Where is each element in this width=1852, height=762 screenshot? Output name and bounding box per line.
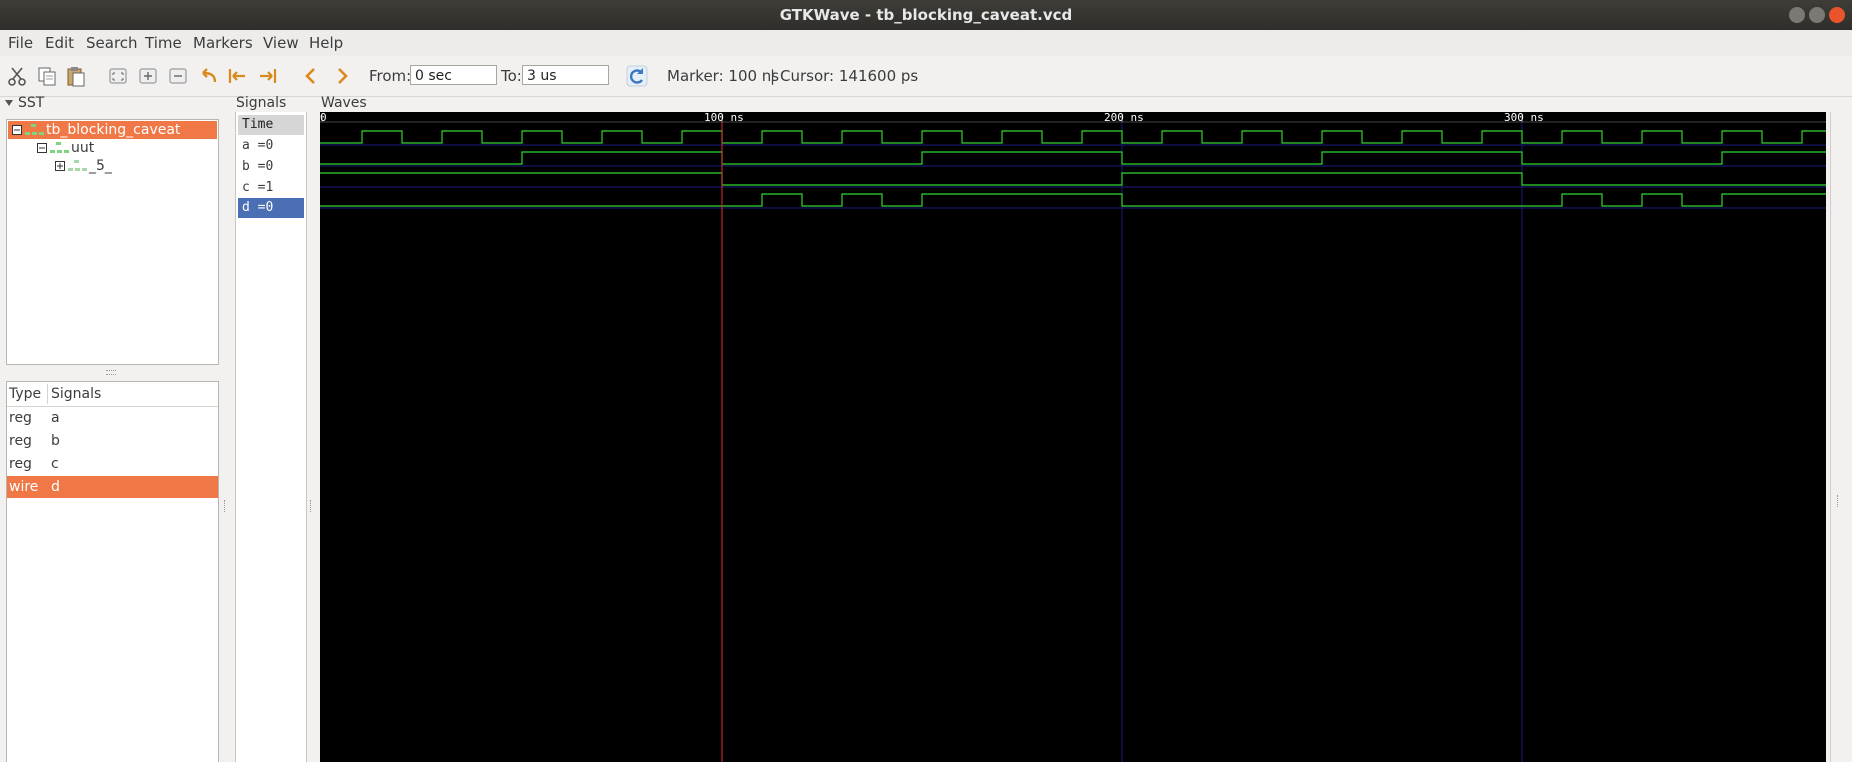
module-icon bbox=[68, 160, 87, 171]
title-bar: GTKWave - tb_blocking_caveat.vcd bbox=[0, 0, 1852, 30]
menu-view[interactable]: View bbox=[263, 34, 299, 52]
menu-markers[interactable]: Markers bbox=[193, 34, 253, 52]
collapse-box-icon[interactable] bbox=[37, 143, 47, 153]
time-label: 200 ns bbox=[1104, 112, 1144, 124]
waveform-trace-a bbox=[320, 130, 1826, 144]
tree-item-5[interactable]: _5_ bbox=[49, 157, 209, 175]
waveform-area[interactable]: 0 100 ns 200 ns 300 ns bbox=[320, 112, 1826, 762]
column-header-type[interactable]: Type bbox=[9, 386, 41, 402]
from-time-input[interactable]: 0 sec bbox=[410, 65, 497, 85]
time-label: 0 bbox=[320, 112, 327, 124]
zoom-in-icon[interactable] bbox=[137, 65, 159, 87]
cut-icon[interactable] bbox=[6, 65, 28, 87]
readout-separator: | bbox=[770, 67, 776, 85]
signal-row-a[interactable]: a =0 bbox=[238, 136, 304, 156]
tree-item-label: tb_blocking_caveat bbox=[46, 122, 181, 138]
time-label: 300 ns bbox=[1504, 112, 1544, 124]
column-divider bbox=[47, 384, 48, 404]
list-item[interactable]: reg c bbox=[7, 453, 218, 475]
tree-item-label: _5_ bbox=[89, 158, 112, 174]
zoom-out-icon[interactable] bbox=[167, 65, 189, 87]
sst-expander-icon[interactable] bbox=[4, 98, 14, 108]
time-row[interactable]: Time bbox=[238, 115, 304, 135]
maximize-button[interactable] bbox=[1809, 7, 1825, 23]
paste-icon[interactable] bbox=[65, 65, 87, 87]
signal-type: reg bbox=[9, 456, 32, 472]
signal-name: d bbox=[51, 479, 60, 495]
menu-file[interactable]: File bbox=[8, 34, 33, 52]
pane-resize-handle-left[interactable] bbox=[224, 500, 228, 512]
cursor-readout: Cursor: 141600 ps bbox=[780, 67, 919, 85]
undo-zoom-icon[interactable] bbox=[197, 65, 219, 87]
menu-bar: File Edit Search Time Markers View Help bbox=[0, 30, 1852, 56]
waveform-trace-b bbox=[320, 151, 1826, 165]
find-next-edge-icon[interactable] bbox=[331, 65, 353, 87]
vertical-scrollbar[interactable] bbox=[1830, 112, 1847, 762]
pane-resize-handle-middle[interactable] bbox=[310, 500, 314, 512]
menu-time[interactable]: Time bbox=[145, 34, 182, 52]
to-label: To: bbox=[501, 67, 522, 85]
sst-header: SST bbox=[18, 95, 45, 111]
menu-help[interactable]: Help bbox=[309, 34, 343, 52]
menu-search[interactable]: Search bbox=[86, 34, 138, 52]
signal-name: b bbox=[51, 433, 60, 449]
waveform-trace-c bbox=[320, 172, 1826, 186]
waveform-trace-d bbox=[320, 193, 1826, 207]
find-previous-edge-icon[interactable] bbox=[300, 65, 322, 87]
signal-row-c[interactable]: c =1 bbox=[238, 178, 304, 198]
signal-type: wire bbox=[9, 479, 39, 495]
module-icon bbox=[25, 124, 44, 135]
time-label: 100 ns bbox=[704, 112, 744, 124]
expand-box-icon[interactable] bbox=[55, 161, 65, 171]
pane-splitter-handle[interactable] bbox=[106, 370, 116, 375]
tree-item-uut[interactable]: uut bbox=[31, 139, 211, 157]
signals-header: Signals bbox=[236, 95, 287, 111]
column-header-signals[interactable]: Signals bbox=[51, 386, 101, 402]
menu-edit[interactable]: Edit bbox=[45, 34, 74, 52]
signal-row-b[interactable]: b =0 bbox=[238, 157, 304, 177]
waveform-canvas[interactable]: 0 100 ns 200 ns 300 ns bbox=[320, 112, 1826, 762]
minimize-button[interactable] bbox=[1789, 7, 1805, 23]
zoom-to-end-icon[interactable] bbox=[257, 65, 279, 87]
collapse-box-icon[interactable] bbox=[12, 125, 22, 135]
signal-name: c bbox=[51, 456, 59, 472]
signal-row-d[interactable]: d =0 bbox=[238, 198, 304, 218]
signal-list: Type Signals reg a reg b reg c wire d bbox=[6, 381, 219, 762]
marker-readout: Marker: 100 ns bbox=[667, 67, 780, 85]
signal-type: reg bbox=[9, 410, 32, 426]
list-item[interactable]: reg b bbox=[7, 430, 218, 452]
close-button[interactable] bbox=[1829, 7, 1845, 23]
module-icon bbox=[50, 142, 69, 153]
signal-list-header: Type Signals bbox=[7, 382, 218, 407]
signal-type: reg bbox=[9, 433, 32, 449]
reload-icon[interactable] bbox=[626, 65, 648, 87]
toolbar: From: 0 sec To: 3 us Marker: 100 ns | Cu… bbox=[0, 56, 1852, 97]
to-time-input[interactable]: 3 us bbox=[522, 65, 609, 85]
waves-header: Waves bbox=[321, 95, 367, 111]
scrollbar-grip[interactable] bbox=[1837, 495, 1841, 507]
tree-item-tb-blocking-caveat[interactable]: tb_blocking_caveat bbox=[8, 121, 217, 139]
list-item-selected[interactable]: wire d bbox=[7, 476, 218, 498]
signal-name: a bbox=[51, 410, 60, 426]
sst-tree: tb_blocking_caveat uut _5_ bbox=[6, 119, 219, 365]
signals-panel: Time a =0 b =0 c =1 d =0 bbox=[235, 112, 307, 762]
copy-icon[interactable] bbox=[36, 65, 58, 87]
window-title: GTKWave - tb_blocking_caveat.vcd bbox=[779, 6, 1073, 24]
list-item[interactable]: reg a bbox=[7, 407, 218, 429]
from-label: From: bbox=[369, 67, 412, 85]
zoom-fit-icon[interactable] bbox=[107, 65, 129, 87]
tree-item-label: uut bbox=[71, 140, 95, 156]
zoom-to-start-icon[interactable] bbox=[226, 65, 248, 87]
